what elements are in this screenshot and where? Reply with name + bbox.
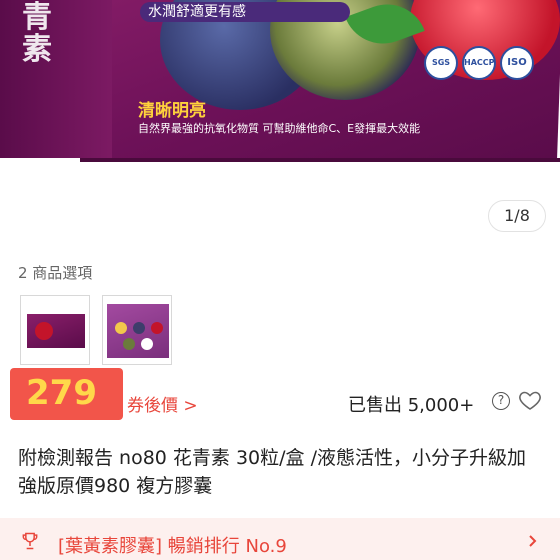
trophy-icon	[22, 532, 38, 550]
iso-badge-icon: ISO	[500, 46, 534, 80]
sgs-badge-icon: SGS	[424, 46, 458, 80]
option-thumbnail-1[interactable]	[20, 295, 90, 365]
help-icon[interactable]: ?	[492, 392, 510, 410]
chevron-right-icon	[529, 535, 537, 547]
heart-icon[interactable]	[518, 388, 542, 412]
image-counter: 1/8	[488, 200, 546, 232]
box-side-text: 青素	[22, 0, 52, 67]
option-thumbnail-2[interactable]	[102, 295, 172, 365]
thumb-dot	[151, 322, 163, 334]
box-headline: 清晰明亮	[138, 101, 206, 121]
thumb-dot	[123, 338, 135, 350]
ranking-text[interactable]: [葉黃素膠囊] 暢銷排行 No.9	[58, 532, 287, 558]
product-image-carousel[interactable]: 青素 水潤舒適更有感 清晰明亮 自然界最強的抗氧化物質 可幫助維他命C、E發揮最…	[0, 0, 560, 248]
haccp-badge-icon: HACCP	[462, 46, 496, 80]
thumb-dot	[133, 322, 145, 334]
box-subline: 自然界最強的抗氧化物質 可幫助維他命C、E發揮最大效能	[138, 122, 421, 135]
box-banner-text: 水潤舒適更有感	[140, 2, 350, 22]
option-thumbnail-image	[107, 304, 169, 358]
sold-count: 已售出 5,000+	[348, 395, 475, 416]
product-title: 附檢測報告 no80 花青素 30粒/盒 /液態活性，小分子升級加強版原價980…	[18, 447, 526, 497]
price-tag: 279	[10, 368, 123, 420]
option-thumbnail-image	[27, 314, 85, 348]
product-options-label: 2 商品選項	[18, 264, 93, 282]
thumb-dot	[115, 322, 127, 334]
thumb-dot	[141, 338, 153, 350]
coupon-price-link[interactable]: 券後價 >	[127, 391, 198, 416]
product-box-bottom	[80, 158, 560, 162]
product-box-side: 青素	[0, 0, 112, 158]
